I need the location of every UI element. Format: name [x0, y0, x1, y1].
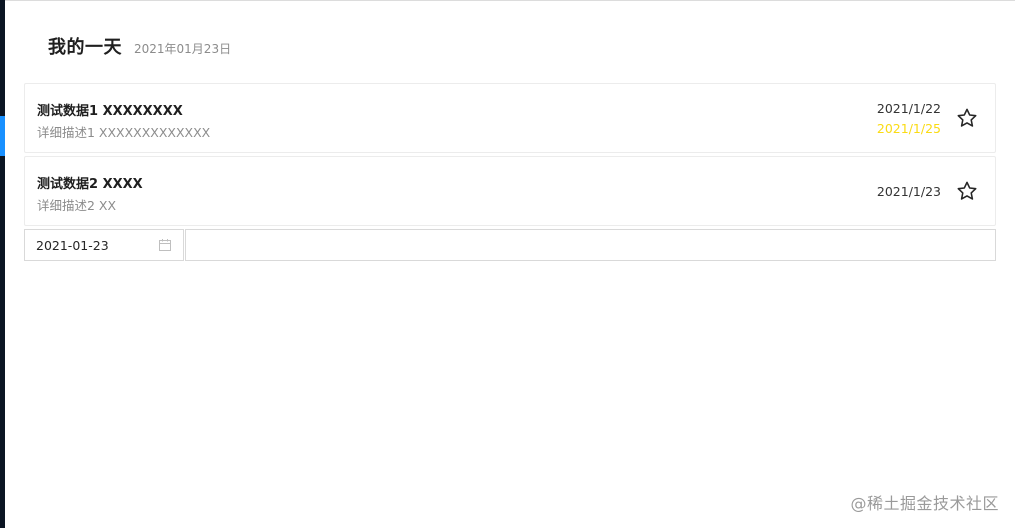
page-header: 我的一天 2021年01月23日: [48, 33, 231, 59]
task-dates: 2021/1/23: [877, 157, 941, 225]
sidebar-active-indicator: [0, 116, 5, 156]
add-task-row: 2021-01-23: [24, 229, 996, 261]
task-created-date: 2021/1/23: [876, 183, 941, 199]
new-task-input[interactable]: [185, 229, 996, 261]
date-picker[interactable]: 2021-01-23: [24, 229, 184, 261]
calendar-icon[interactable]: [159, 239, 171, 251]
page-date: 2021年01月23日: [134, 42, 232, 56]
task-dates: 2021/1/22 2021/1/25: [877, 84, 941, 152]
page-title: 我的一天: [48, 37, 122, 58]
task-item[interactable]: 测试数据1 XXXXXXXX 详细描述1 XXXXXXXXXXXXX 2021/…: [24, 83, 996, 153]
task-title: 测试数据1 XXXXXXXX: [37, 104, 183, 119]
task-description: 详细描述2 XX: [37, 198, 117, 213]
task-description: 详细描述1 XXXXXXXXXXXXX: [37, 125, 211, 140]
watermark: @稀土掘金技术社区: [850, 494, 999, 513]
task-created-date: 2021/1/22: [876, 100, 941, 116]
star-icon[interactable]: [956, 180, 978, 202]
date-picker-value: 2021-01-23: [36, 237, 109, 253]
task-due-date: 2021/1/25: [876, 120, 941, 136]
top-border: [0, 0, 1015, 1]
sidebar-rail: [0, 0, 5, 528]
star-icon[interactable]: [956, 107, 978, 129]
task-title: 测试数据2 XXXX: [37, 177, 143, 192]
task-item[interactable]: 测试数据2 XXXX 详细描述2 XX 2021/1/23: [24, 156, 996, 226]
task-list: 测试数据1 XXXXXXXX 详细描述1 XXXXXXXXXXXXX 2021/…: [24, 83, 996, 229]
